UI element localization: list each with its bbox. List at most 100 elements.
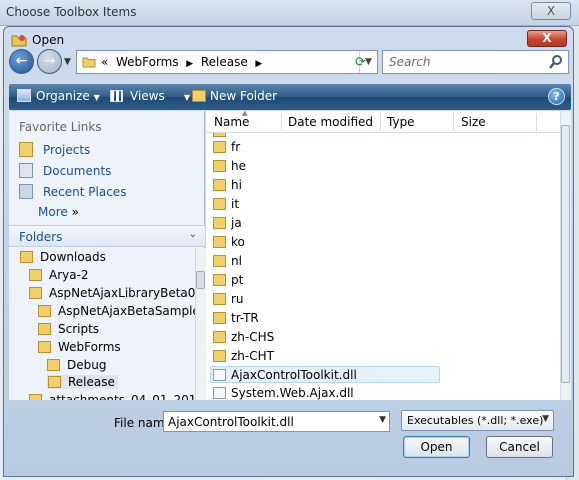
folder-icon bbox=[213, 312, 226, 324]
organize-label: Organize bbox=[36, 89, 90, 103]
cancel-button[interactable]: Cancel bbox=[486, 436, 553, 458]
folder-icon bbox=[213, 160, 226, 172]
column-size[interactable]: Size bbox=[461, 115, 486, 129]
outer-close-button[interactable]: X bbox=[531, 2, 571, 20]
more-link[interactable]: More » bbox=[38, 205, 79, 219]
chevron-down-icon[interactable]: ▼ bbox=[379, 415, 386, 425]
file-row-fr[interactable]: fr bbox=[213, 139, 240, 156]
search-icon[interactable] bbox=[548, 54, 564, 70]
file-name: tr-TR bbox=[231, 311, 259, 325]
file-row-system-web-ajax[interactable]: System.Web.Ajax.dll bbox=[213, 385, 354, 402]
tree-item-release[interactable]: Release bbox=[47, 375, 118, 389]
chevron-down-icon: ▼ bbox=[93, 93, 100, 102]
file-name: nl bbox=[231, 254, 242, 268]
search-box[interactable]: Search bbox=[382, 50, 569, 74]
breadcrumb-separator[interactable]: ▶ bbox=[255, 59, 262, 69]
folder-icon bbox=[213, 274, 226, 286]
favorite-label: Recent Places bbox=[43, 185, 127, 199]
breadcrumb-webforms[interactable]: WebForms bbox=[116, 55, 179, 69]
file-row-ajaxcontroltoolkit[interactable]: AjaxControlToolkit.dll bbox=[210, 366, 440, 383]
folders-header[interactable]: Folders ⌄ bbox=[9, 225, 205, 247]
tree-item-webforms[interactable]: WebForms bbox=[38, 340, 121, 354]
tree-label: WebForms bbox=[58, 340, 121, 354]
chevron-down-icon: ▼ bbox=[183, 93, 190, 102]
file-row-ko[interactable]: ko bbox=[213, 234, 245, 251]
file-name: ru bbox=[231, 292, 244, 306]
documents-icon bbox=[19, 163, 33, 178]
breadcrumb-overflow[interactable]: « bbox=[101, 55, 108, 69]
file-name: zh-CHS bbox=[231, 330, 275, 344]
address-bar[interactable]: « WebForms ▶ Release ▶ ▼ bbox=[76, 50, 378, 74]
organize-button[interactable]: Organize ▼ bbox=[17, 89, 100, 103]
tree-item-scripts[interactable]: Scripts bbox=[38, 322, 99, 336]
help-icon[interactable]: ? bbox=[548, 88, 565, 105]
command-toolbar: Organize ▼ Views ▼ New Folder ? bbox=[9, 84, 571, 110]
folder-icon bbox=[213, 179, 226, 191]
file-name-value[interactable]: AjaxControlToolkit.dll bbox=[168, 415, 294, 429]
breadcrumb-separator[interactable]: ▶ bbox=[186, 59, 193, 69]
column-date-modified[interactable]: Date modified bbox=[288, 115, 373, 129]
new-folder-button[interactable]: New Folder bbox=[192, 89, 277, 103]
file-type-select[interactable]: Executables (*.dll; *.exe) ▼ bbox=[401, 410, 554, 431]
file-row-zh-chs[interactable]: zh-CHS bbox=[213, 329, 274, 346]
file-row-zh-cht[interactable]: zh-CHT bbox=[213, 348, 274, 365]
file-row-ja[interactable]: ja bbox=[213, 215, 242, 232]
file-list: ▲ Name Date modified Type Size fr he hi … bbox=[206, 109, 571, 402]
organize-icon bbox=[17, 89, 31, 102]
favorite-link-documents[interactable]: Documents bbox=[19, 163, 111, 178]
column-divider[interactable] bbox=[281, 113, 282, 131]
tree-item-arya[interactable]: Arya-2 bbox=[29, 268, 89, 282]
folder-icon bbox=[213, 141, 226, 153]
file-row-pt[interactable]: pt bbox=[213, 272, 243, 289]
column-type[interactable]: Type bbox=[387, 115, 415, 129]
tree-label: AspNetAjaxBetaSamples bbox=[58, 304, 207, 318]
folder-icon bbox=[19, 142, 33, 157]
views-icon bbox=[110, 90, 123, 102]
file-name: ko bbox=[231, 235, 245, 249]
file-name: it bbox=[231, 197, 240, 211]
file-name-field[interactable]: AjaxControlToolkit.dll ▼ bbox=[163, 411, 390, 432]
open-folder-icon bbox=[11, 35, 27, 47]
folder-icon bbox=[82, 57, 96, 68]
tree-label: AspNetAjaxLibraryBeta0911 bbox=[49, 286, 219, 300]
file-list-scroll-thumb[interactable] bbox=[561, 125, 570, 383]
file-row-tr-tr[interactable]: tr-TR bbox=[213, 310, 259, 327]
breadcrumb-release[interactable]: Release bbox=[201, 55, 248, 69]
favorite-link-projects[interactable]: Projects bbox=[19, 142, 90, 157]
views-button[interactable]: Views ▼ bbox=[110, 89, 190, 103]
recent-places-icon bbox=[19, 184, 33, 199]
tree-item-attachments[interactable]: attachments_04_01_2010 bbox=[29, 393, 204, 400]
file-row-he[interactable]: he bbox=[213, 158, 246, 175]
file-name: hi bbox=[231, 178, 242, 192]
tree-label: attachments_04_01_2010 bbox=[49, 393, 205, 400]
tree-item-downloads[interactable]: Downloads bbox=[20, 250, 106, 264]
file-row-hi[interactable]: hi bbox=[213, 177, 242, 194]
column-divider[interactable] bbox=[536, 113, 537, 131]
dll-file-icon bbox=[213, 369, 226, 381]
folder-icon bbox=[38, 305, 51, 317]
folder-icon bbox=[20, 251, 33, 263]
outer-title: Choose Toolbox Items bbox=[6, 5, 137, 19]
column-divider[interactable] bbox=[453, 113, 454, 131]
open-button[interactable]: Open bbox=[403, 436, 470, 458]
favorite-link-recent-places[interactable]: Recent Places bbox=[19, 184, 126, 199]
tree-label: Debug bbox=[67, 358, 107, 372]
folder-tree-scroll-thumb[interactable] bbox=[196, 271, 205, 289]
search-input[interactable]: Search bbox=[389, 55, 431, 69]
file-row-nl[interactable]: nl bbox=[213, 253, 242, 270]
recent-pages-dropdown[interactable]: ▼ bbox=[64, 57, 71, 67]
tree-item-aspnetajaxlibrary[interactable]: AspNetAjaxLibraryBeta0911 bbox=[29, 286, 218, 300]
forward-button[interactable]: → bbox=[37, 49, 62, 74]
tree-item-debug[interactable]: Debug bbox=[47, 358, 106, 372]
column-name[interactable]: Name bbox=[214, 115, 249, 129]
tree-item-aspnetajaxbetasamples[interactable]: AspNetAjaxBetaSamples bbox=[38, 304, 206, 318]
column-divider[interactable] bbox=[380, 113, 381, 131]
file-name: pt bbox=[231, 273, 244, 287]
chevron-down-icon[interactable]: ⌄ bbox=[189, 229, 197, 240]
refresh-icon[interactable]: ⟳ bbox=[355, 55, 366, 70]
file-row-ru[interactable]: ru bbox=[213, 291, 244, 308]
back-button[interactable]: ← bbox=[9, 49, 34, 74]
file-row-it[interactable]: it bbox=[213, 196, 239, 213]
dll-file-icon bbox=[213, 387, 226, 399]
close-button[interactable]: X bbox=[527, 30, 567, 47]
